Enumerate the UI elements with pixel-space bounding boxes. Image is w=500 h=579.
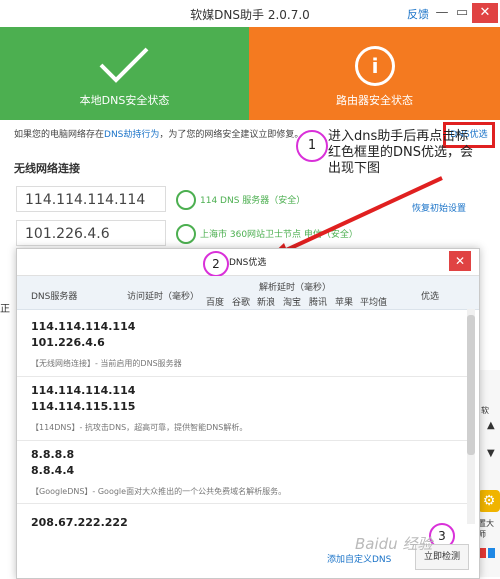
dns-entry-ip-2: 101.226.4.6 xyxy=(31,336,105,349)
dns-entry[interactable]: 208.67.222.222 xyxy=(31,515,461,531)
col-access-latency: 访问延时（毫秒） xyxy=(127,292,200,302)
dns-optimize-dialog: 2 DNS优选 ✕ DNS服务器 访问延时（毫秒） 解析延时（毫秒） 百度 谷歌… xyxy=(16,248,480,579)
side-label: 软 xyxy=(481,406,489,415)
dns-entry[interactable]: 114.114.114.114 114.114.115.115 【114DNS】… xyxy=(31,383,461,433)
dns-entry-ip-1: 114.114.114.114 xyxy=(31,320,136,333)
col-sina: 新浪 xyxy=(257,298,276,308)
side-down-arrow-icon[interactable]: ▼ xyxy=(487,448,495,459)
dns-entry-ip-1: 114.114.114.114 xyxy=(31,384,136,397)
col-preferred: 优选 xyxy=(421,292,440,302)
background-fragment: 正 xyxy=(0,304,10,315)
gear-icon[interactable]: ⚙ xyxy=(478,490,500,512)
side-master-label: 置大师 xyxy=(478,519,494,539)
dns-entry-ip-1: 8.8.8.8 xyxy=(31,448,75,461)
col-server: DNS服务器 xyxy=(31,292,78,302)
table-header: DNS服务器 访问延时（毫秒） 解析延时（毫秒） 百度 谷歌 新浪 淘宝 腾讯 … xyxy=(17,276,479,310)
dns-entry-ip-2: 114.114.115.115 xyxy=(31,400,136,413)
divider xyxy=(17,503,469,504)
divider xyxy=(17,376,469,377)
col-apple: 苹果 xyxy=(335,298,354,308)
dns-entry[interactable]: 8.8.8.8 8.8.4.4 【GoogleDNS】- Google面对大众推… xyxy=(31,447,461,497)
bars-icon xyxy=(479,548,495,558)
divider xyxy=(17,440,469,441)
dns-entry[interactable]: 114.114.114.114 101.226.4.6 【无线网络连接】- 当前… xyxy=(31,319,461,369)
baidu-watermark: Baidu 经验 xyxy=(355,535,433,553)
col-baidu: 百度 xyxy=(206,298,225,308)
dns-entry-desc: 【无线网络连接】- 当前启用的DNS服务器 xyxy=(31,359,182,368)
step-2-callout: 2 xyxy=(203,251,229,277)
dialog-title: DNS优选 xyxy=(229,258,267,268)
col-average: 平均值 xyxy=(360,298,388,308)
col-tencent: 腾讯 xyxy=(309,298,328,308)
side-strip xyxy=(480,370,500,577)
col-taobao: 淘宝 xyxy=(283,298,302,308)
dns-entry-desc: 【114DNS】- 抗攻击DNS，超高可靠，提供智能DNS解析。 xyxy=(31,423,248,432)
dialog-title-bar: 2 DNS优选 ✕ xyxy=(17,249,479,277)
dns-entry-ip-2: 8.8.4.4 xyxy=(31,464,75,477)
col-google: 谷歌 xyxy=(232,298,251,308)
dns-entry-ip-1: 208.67.222.222 xyxy=(31,516,128,529)
dns-entry-desc: 【GoogleDNS】- Google面对大众推出的一个公共免费域名解析服务。 xyxy=(31,487,287,496)
scrollbar-thumb[interactable] xyxy=(467,315,475,455)
side-up-arrow-icon[interactable]: ▲ xyxy=(487,420,495,431)
dialog-close-button[interactable]: ✕ xyxy=(449,251,471,271)
col-resolve-latency: 解析延时（毫秒） xyxy=(259,283,332,293)
